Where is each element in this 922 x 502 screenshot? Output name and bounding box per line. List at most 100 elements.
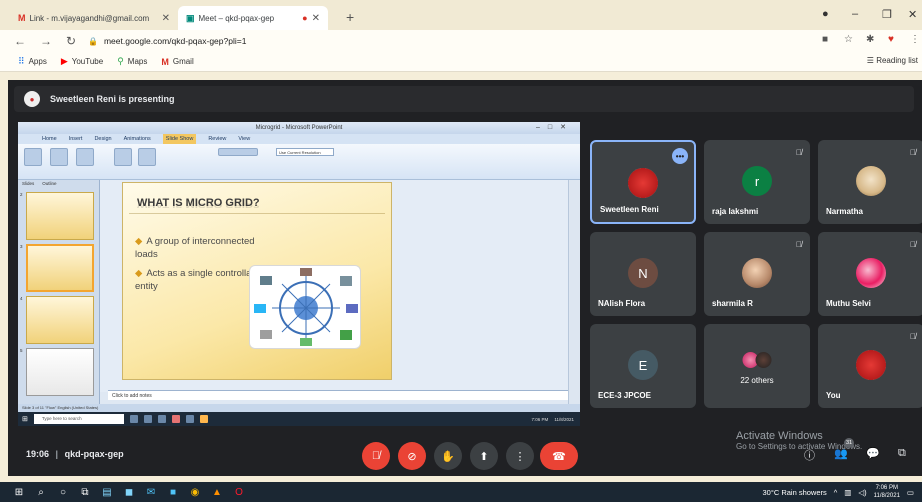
presenting-banner: ● Sweetleen Reni is presenting bbox=[14, 86, 914, 112]
restore-icon[interactable]: ❐ bbox=[882, 8, 892, 21]
camera-off-icon: ⊘ bbox=[407, 450, 417, 463]
bookmark-apps[interactable]: ⠿ Apps bbox=[18, 56, 47, 67]
participant-avatar bbox=[742, 258, 772, 288]
profile-icon[interactable]: ● bbox=[822, 8, 829, 20]
notifications-icon[interactable]: ▭ bbox=[907, 488, 914, 497]
camera-icon[interactable]: ■ bbox=[822, 34, 828, 45]
powerpoint-menu: Home Insert Design Animations Slide Show… bbox=[18, 134, 580, 144]
ribbon-button bbox=[218, 148, 258, 156]
activities-icon[interactable]: ⧉ bbox=[898, 447, 906, 460]
camera-toggle-button[interactable]: ⊘ bbox=[398, 442, 426, 470]
zoom-icon[interactable]: ■ bbox=[162, 487, 184, 498]
gmail-icon: M bbox=[18, 13, 26, 23]
slide-bullet: ◆ A group of interconnected loads bbox=[135, 236, 255, 260]
slide-scrollbar bbox=[568, 180, 580, 404]
close-tab-icon[interactable]: ✕ bbox=[312, 13, 320, 24]
search-icon[interactable]: ⌕ bbox=[30, 487, 52, 498]
shared-windows-taskbar: ⊞ Type here to search 7:06 PM 11/8/2021 bbox=[18, 412, 580, 426]
self-tile[interactable]: 🎙̸ You bbox=[818, 324, 922, 408]
opera-icon[interactable]: O bbox=[228, 487, 250, 498]
reload-icon[interactable]: ↻ bbox=[66, 34, 76, 48]
more-options-button[interactable]: ⋮ bbox=[506, 442, 534, 470]
slides-pane-tabs: Slides Outline bbox=[22, 181, 57, 186]
others-tile[interactable]: 22 others bbox=[704, 324, 810, 408]
mic-toggle-button[interactable]: 🎙̸ bbox=[362, 442, 390, 470]
recording-icon: ● bbox=[302, 13, 308, 23]
vlc-icon[interactable]: ▲ bbox=[206, 487, 228, 498]
participant-tile[interactable]: 🎙̸ sharmila R bbox=[704, 232, 810, 316]
close-window-icon[interactable]: ✕ bbox=[908, 8, 917, 21]
lock-icon: 🔒 bbox=[88, 36, 98, 46]
participant-tile[interactable]: 🎙̸ Muthu Selvi bbox=[818, 232, 922, 316]
ribbon-button bbox=[50, 148, 68, 166]
microgrid-diagram bbox=[249, 265, 361, 349]
menu-icon[interactable]: ⋮ bbox=[910, 34, 920, 45]
people-icon[interactable]: 👥 bbox=[834, 447, 848, 460]
bookmark-youtube[interactable]: ▶ YouTube bbox=[61, 56, 103, 67]
apps-grid-icon: ⠿ bbox=[18, 56, 25, 66]
mic-off-icon: 🎙̸ bbox=[910, 240, 916, 249]
volume-icon[interactable]: ◁) bbox=[858, 488, 866, 497]
raise-hand-button[interactable]: ✋ bbox=[434, 442, 462, 470]
info-icon[interactable]: ⓘ bbox=[804, 447, 815, 463]
participant-name: raja lakshmi bbox=[712, 207, 759, 216]
shared-screen: Microgrid - Microsoft PowerPoint –□✕ Hom… bbox=[18, 122, 580, 426]
chat-icon[interactable]: 💬 bbox=[866, 447, 880, 460]
bookmark-star-icon[interactable]: ☆ bbox=[844, 34, 853, 45]
browser-toolbar: ← → ↻ 🔒 meet.google.com/qkd-pqax-gep?pli… bbox=[0, 30, 922, 52]
ribbon-button bbox=[76, 148, 94, 166]
ribbon-button bbox=[24, 148, 42, 166]
participant-tile[interactable]: 🎙̸ Narmatha bbox=[818, 140, 922, 224]
taskbar-app-icon bbox=[199, 415, 208, 423]
more-options-icon[interactable]: ••• bbox=[672, 148, 688, 164]
maps-pin-icon: ⚲ bbox=[117, 56, 124, 66]
meeting-time: 19:06 bbox=[26, 449, 50, 459]
task-view-icon[interactable]: ⧉ bbox=[74, 487, 96, 498]
participant-avatar: E bbox=[628, 350, 658, 380]
participant-avatar bbox=[856, 350, 886, 380]
back-icon[interactable]: ← bbox=[14, 34, 26, 48]
network-icon[interactable]: ▥ bbox=[844, 488, 851, 497]
extensions-icon[interactable]: ✱ bbox=[866, 34, 874, 45]
participant-tile[interactable]: ••• Sweetleen Reni bbox=[590, 140, 696, 224]
store-icon[interactable]: ◼ bbox=[118, 487, 140, 498]
close-tab-icon[interactable]: ✕ bbox=[162, 13, 170, 24]
participant-tile[interactable]: E ECE-3 JPCOE bbox=[590, 324, 696, 408]
participant-tile[interactable]: N NAlish Flora bbox=[590, 232, 696, 316]
chrome-icon[interactable]: ◉ bbox=[184, 487, 206, 498]
gmail-icon: M bbox=[161, 56, 169, 67]
present-button[interactable]: ⬆ bbox=[470, 442, 498, 470]
slide-thumb-number: 4 bbox=[20, 296, 23, 301]
extension-icon[interactable]: ♥ bbox=[888, 34, 894, 45]
bookmark-maps[interactable]: ⚲ Maps bbox=[117, 56, 147, 67]
presenting-text: Sweetleen Reni is presenting bbox=[50, 94, 175, 104]
mic-off-icon: 🎙̸ bbox=[910, 332, 916, 341]
address-bar[interactable]: 🔒 meet.google.com/qkd-pqax-gep?pli=1 bbox=[88, 33, 808, 49]
windows-taskbar: ⊞ ⌕ ○ ⧉ ▤ ◼ ✉ ■ ◉ ▲ O 30°C Rain showers … bbox=[0, 482, 922, 502]
participant-tile[interactable]: 🎙̸ r raja lakshmi bbox=[704, 140, 810, 224]
slide-thumb-number: 5 bbox=[20, 348, 23, 353]
cortana-icon[interactable]: ○ bbox=[52, 487, 74, 498]
slide-title-reflection: WHAT IS MICRO GRID? bbox=[137, 201, 260, 209]
new-tab-icon[interactable]: + bbox=[346, 9, 354, 25]
windows-start-icon[interactable]: ⊞ bbox=[8, 487, 30, 498]
bookmarks-bar: ⠿ Apps ▶ YouTube ⚲ Maps M Gmail ☰ Reading li… bbox=[0, 52, 922, 72]
weather-widget[interactable]: 30°C Rain showers bbox=[762, 488, 826, 497]
participant-name: Muthu Selvi bbox=[826, 299, 871, 308]
forward-icon[interactable]: → bbox=[40, 34, 52, 48]
participant-name: sharmila R bbox=[712, 299, 753, 308]
participant-name: NAlish Flora bbox=[598, 299, 646, 308]
tray-chevron-icon[interactable]: ^ bbox=[834, 488, 838, 497]
tab-gmail[interactable]: M Link - m.vijayagandhi@gmail.com ✕ bbox=[10, 6, 178, 30]
powerpoint-window-controls: –□✕ bbox=[536, 124, 574, 131]
mail-icon[interactable]: ✉ bbox=[140, 487, 162, 498]
minimize-icon[interactable]: – bbox=[852, 8, 858, 20]
tab-meet[interactable]: ▣ Meet – qkd-pqax-gep ● ✕ bbox=[178, 6, 328, 30]
bookmark-gmail[interactable]: M Gmail bbox=[161, 57, 193, 67]
reading-list-button[interactable]: ☰ Reading list bbox=[867, 56, 918, 65]
file-explorer-icon[interactable]: ▤ bbox=[96, 487, 118, 498]
taskbar-clock[interactable]: 7:06 PM 11/8/2021 bbox=[874, 484, 900, 500]
mic-off-icon: 🎙̸ bbox=[796, 148, 802, 157]
leave-call-button[interactable]: ☎ bbox=[540, 442, 578, 470]
participant-name: Narmatha bbox=[826, 207, 863, 216]
